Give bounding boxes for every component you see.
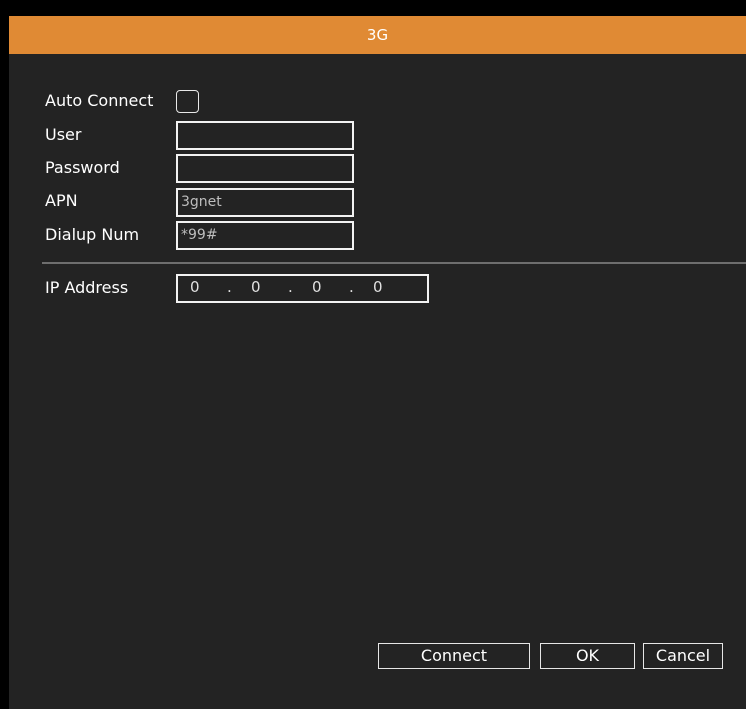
auto-connect-label: Auto Connect	[45, 91, 154, 110]
ip-separator: .	[349, 278, 354, 296]
user-field[interactable]	[176, 121, 354, 150]
cancel-button[interactable]: Cancel	[643, 643, 723, 669]
password-label: Password	[45, 158, 120, 177]
ip-octet-2[interactable]: 0	[251, 278, 261, 296]
apn-label: APN	[45, 191, 78, 210]
ip-octet-3[interactable]: 0	[312, 278, 322, 296]
ip-address-label: IP Address	[45, 278, 129, 297]
user-label: User	[45, 125, 82, 144]
dialog-title: 3G	[9, 16, 746, 54]
dialup-num-label: Dialup Num	[45, 225, 140, 244]
ip-address-field[interactable]: 0 . 0 . 0 . 0	[176, 274, 429, 303]
ip-separator: .	[288, 278, 293, 296]
password-field[interactable]	[176, 154, 354, 183]
3g-settings-dialog: 3G Auto Connect User Password APN 3gnet …	[9, 16, 746, 709]
ip-octet-4[interactable]: 0	[373, 278, 383, 296]
ip-octet-1[interactable]: 0	[190, 278, 200, 296]
apn-field[interactable]: 3gnet	[176, 188, 354, 217]
auto-connect-checkbox[interactable]	[176, 90, 199, 113]
dialup-num-field[interactable]: *99#	[176, 221, 354, 250]
section-divider	[42, 262, 746, 264]
ok-button[interactable]: OK	[540, 643, 635, 669]
ip-separator: .	[227, 278, 232, 296]
connect-button[interactable]: Connect	[378, 643, 530, 669]
